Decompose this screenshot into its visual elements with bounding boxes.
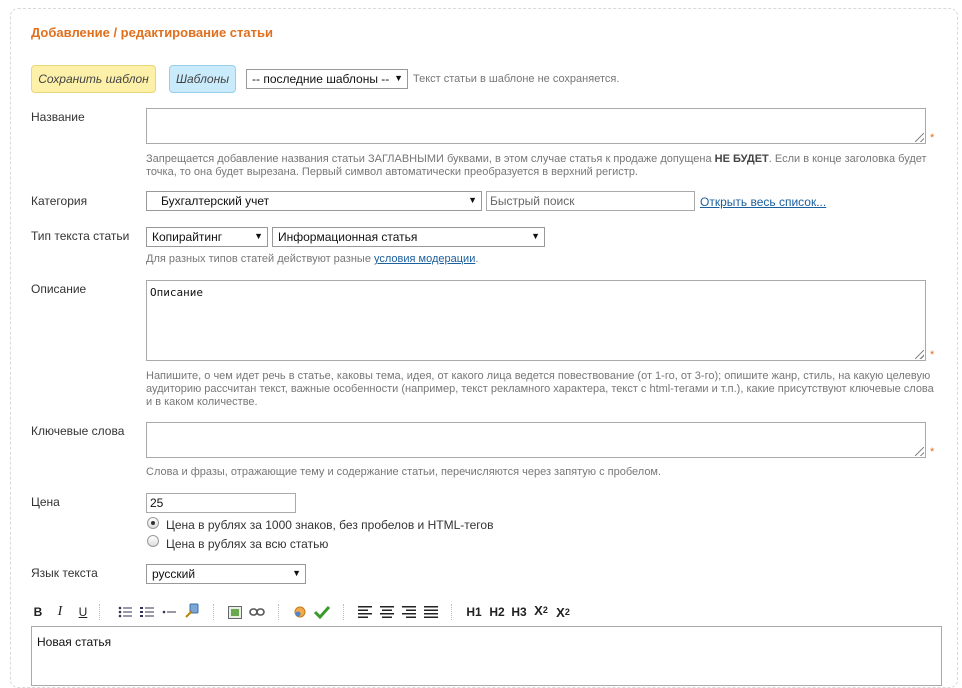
category-select[interactable]: Бухгалтерский учет ▼ [146, 191, 482, 211]
chevron-down-icon: ▼ [531, 231, 540, 241]
description-input[interactable]: Описание [146, 280, 926, 361]
required-mark: * [930, 446, 935, 458]
language-label: Язык текста [31, 566, 98, 580]
language-select[interactable]: русский ▼ [146, 564, 306, 584]
open-full-list-link[interactable]: Открыть весь список... [700, 195, 826, 209]
text-type-note: Для разных типов статей действуют разные… [146, 253, 478, 266]
recent-templates-select[interactable]: -- последние шаблоны -- ▼ [246, 69, 408, 89]
align-right-icon[interactable] [401, 604, 417, 620]
text-type-value: Копирайтинг [152, 230, 223, 244]
superscript-button[interactable]: X2 [531, 602, 551, 618]
clear-format-icon[interactable] [183, 603, 201, 619]
moderation-rules-link[interactable]: условия модерации [374, 253, 475, 265]
chevron-down-icon: ▼ [468, 195, 477, 205]
name-note-text-end: . Если в конце заголовка будет [768, 153, 927, 165]
superscript-mark: 2 [542, 605, 548, 615]
chevron-down-icon: ▼ [394, 73, 403, 83]
bold-button[interactable]: B [31, 604, 45, 620]
quick-search-input[interactable]: Быстрый поиск [486, 191, 695, 211]
keywords-note: Слова и фразы, отражающие тему и содержа… [146, 466, 662, 478]
price-whole-article-label[interactable]: Цена в рублях за всю статью [166, 537, 328, 551]
chevron-down-icon: ▼ [292, 568, 301, 578]
toolbar-divider [343, 604, 344, 620]
name-note-text: Запрещается добавление названия статьи З… [146, 153, 715, 165]
editor-content: Новая статья [37, 635, 112, 649]
toolbar-divider [99, 604, 100, 620]
checkmark-icon[interactable] [313, 604, 331, 620]
text-type-note-end: . [475, 253, 479, 265]
link-icon[interactable] [248, 604, 266, 620]
category-value: Бухгалтерский учет [161, 194, 270, 208]
description-label: Описание [31, 282, 87, 296]
underline-button[interactable]: U [76, 604, 90, 620]
text-type-select[interactable]: Копирайтинг ▼ [146, 227, 268, 247]
subscript-mark: 2 [564, 607, 570, 617]
description-note-line3: и в каком количестве. [146, 396, 258, 408]
text-type-note-text: Для разных типов статей действуют разные [146, 253, 374, 265]
name-label: Название [31, 110, 85, 124]
horizontal-rule-icon[interactable] [161, 604, 177, 620]
recent-templates-value: -- последние шаблоны -- [252, 72, 390, 86]
italic-button[interactable]: I [53, 604, 67, 620]
resize-handle-icon[interactable] [915, 447, 924, 456]
align-justify-icon[interactable] [423, 604, 439, 620]
price-input[interactable]: 25 [146, 493, 296, 513]
required-mark: * [930, 132, 935, 144]
heading-1-button[interactable]: H1 [464, 604, 484, 620]
description-note-line1: Напишите, о чем идет речь в статье, како… [146, 370, 931, 382]
align-center-icon[interactable] [379, 604, 395, 620]
bulleted-list-icon[interactable] [117, 604, 133, 620]
save-template-button[interactable]: Сохранить шаблон [31, 65, 156, 93]
heading-2-button[interactable]: H2 [487, 604, 507, 620]
category-label: Категория [31, 194, 88, 208]
required-mark: * [930, 349, 935, 361]
heading-3-button[interactable]: H3 [509, 604, 529, 620]
language-value: русский [152, 567, 196, 581]
article-editor[interactable]: Новая статья [31, 626, 942, 686]
price-whole-article-radio[interactable] [147, 535, 159, 547]
text-subtype-select[interactable]: Информационная статья ▼ [272, 227, 545, 247]
spellcheck-icon[interactable] [292, 604, 308, 620]
align-left-icon[interactable] [357, 604, 373, 620]
superscript-label: X [534, 602, 543, 618]
subscript-button[interactable]: X2 [553, 604, 573, 620]
price-label: Цена [31, 495, 60, 509]
keywords-label: Ключевые слова [31, 424, 125, 438]
name-input[interactable] [146, 108, 926, 144]
page-title: Добавление / редактирование статьи [31, 25, 273, 40]
chevron-down-icon: ▼ [254, 231, 263, 241]
price-per-1000-radio[interactable] [147, 517, 159, 529]
resize-handle-icon[interactable] [915, 133, 924, 142]
numbered-list-icon[interactable] [139, 604, 155, 620]
description-note: Напишите, о чем идет речь в статье, како… [146, 370, 946, 409]
toolbar-divider [213, 604, 214, 620]
toolbar-divider [451, 604, 452, 620]
description-value: Описание [150, 286, 203, 299]
name-note-line2: точка, то она будет вырезана. Первый сим… [146, 166, 638, 178]
image-icon[interactable] [227, 604, 243, 620]
name-note-bold: НЕ БУДЕТ [714, 153, 769, 165]
text-subtype-value: Информационная статья [278, 230, 418, 244]
description-note-line2: аудиторию рассчитан текст, важные особен… [146, 383, 934, 395]
keywords-input[interactable] [146, 422, 926, 458]
price-per-1000-label[interactable]: Цена в рублях за 1000 знаков, без пробел… [166, 518, 493, 532]
template-note: Текст статьи в шаблоне не сохраняется. [413, 73, 620, 85]
templates-button[interactable]: Шаблоны [169, 65, 236, 93]
name-note: Запрещается добавление названия статьи З… [146, 153, 946, 179]
resize-handle-icon[interactable] [915, 350, 924, 359]
text-type-label: Тип текста статьи [31, 229, 130, 243]
toolbar-divider [278, 604, 279, 620]
subscript-label: X [556, 604, 565, 620]
